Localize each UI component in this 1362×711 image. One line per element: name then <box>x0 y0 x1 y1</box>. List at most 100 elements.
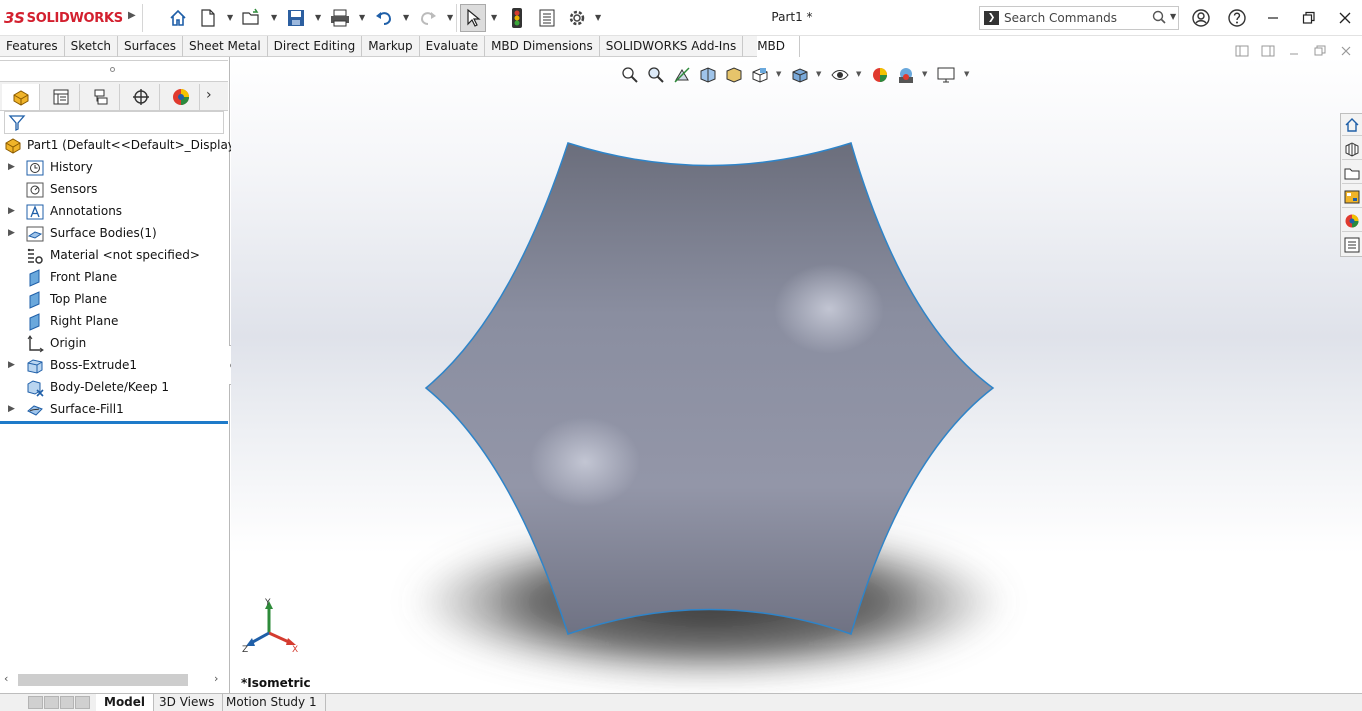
tab-solidworks-add-ins[interactable]: SOLIDWORKS Add-Ins <box>600 36 744 57</box>
expand-arrow-icon[interactable]: ▶ <box>8 206 15 216</box>
view-settings-button[interactable] <box>935 65 957 85</box>
property-manager-tab[interactable] <box>42 84 80 110</box>
task-pane-appearances-button[interactable] <box>1342 210 1362 232</box>
tab-3d-views[interactable]: 3D Views <box>151 694 224 711</box>
tab-mbd-dimensions[interactable]: MBD Dimensions <box>485 36 600 57</box>
view-orientation-dropdown-arrow-icon[interactable]: ▼ <box>776 70 781 78</box>
hide-show-items-button[interactable] <box>829 65 851 85</box>
scrollbar-thumb[interactable] <box>18 674 188 686</box>
model-surface[interactable] <box>231 57 1362 693</box>
tree-item-body-delete-keep[interactable]: Body-Delete/Keep 1 <box>0 377 228 399</box>
display-style-button[interactable] <box>789 65 811 85</box>
select-dropdown-arrow-icon[interactable]: ▼ <box>491 13 497 22</box>
dimxpert-manager-tab[interactable] <box>122 84 160 110</box>
restore-button[interactable] <box>1295 6 1323 30</box>
account-button[interactable] <box>1187 6 1215 30</box>
previous-tab-button[interactable] <box>43 696 59 709</box>
view-settings-dropdown-arrow-icon[interactable]: ▼ <box>964 70 969 78</box>
tree-item-surface-fill1[interactable]: ▶ Surface-Fill1 <box>0 399 228 421</box>
tab-mbd[interactable]: MBD <box>743 36 801 57</box>
task-pane-resources-button[interactable] <box>1342 114 1362 136</box>
search-icon[interactable] <box>1152 10 1166 27</box>
tab-markup[interactable]: Markup <box>362 36 420 57</box>
next-tab-button[interactable] <box>59 696 75 709</box>
help-button[interactable] <box>1223 6 1251 30</box>
task-pane-file-explorer-button[interactable] <box>1342 162 1362 184</box>
solidworks-logo[interactable]: 3S SOLIDWORKS <box>4 7 123 29</box>
redo-button[interactable] <box>416 6 440 30</box>
search-dropdown-arrow-icon[interactable]: ▼ <box>1170 12 1176 21</box>
graphics-area[interactable]: ▼ ▼ ▼ ▼ ▼ Y X Z *Isometric <box>231 57 1362 693</box>
menu-expand-arrow-icon[interactable]: ▶ <box>128 10 136 21</box>
feature-manager-tab[interactable] <box>2 84 40 110</box>
display-style-dropdown-arrow-icon[interactable]: ▼ <box>816 70 821 78</box>
previous-view-button[interactable] <box>671 65 693 85</box>
tree-item-origin[interactable]: Origin <box>0 333 228 355</box>
section-view-button[interactable] <box>697 65 719 85</box>
dynamic-annotation-views-button[interactable] <box>723 65 745 85</box>
rebuild-button[interactable] <box>505 6 529 30</box>
task-pane-custom-properties-button[interactable] <box>1342 234 1362 256</box>
tab-evaluate[interactable]: Evaluate <box>420 36 486 57</box>
expand-arrow-icon[interactable]: ▶ <box>8 360 15 370</box>
tree-item-surface-bodies[interactable]: ▶ Surface Bodies(1) <box>0 223 228 245</box>
save-dropdown-arrow-icon[interactable]: ▼ <box>315 13 321 22</box>
print-dropdown-arrow-icon[interactable]: ▼ <box>359 13 365 22</box>
tab-scroll-buttons[interactable] <box>28 696 90 709</box>
tree-item-boss-extrude1[interactable]: ▶ Boss-Extrude1 <box>0 355 228 377</box>
tree-root-part[interactable]: Part1 (Default<<Default>_Display Sta <box>0 135 258 157</box>
tab-direct-editing[interactable]: Direct Editing <box>268 36 363 57</box>
save-button[interactable] <box>284 6 308 30</box>
open-button[interactable] <box>240 6 264 30</box>
apply-scene-button[interactable] <box>895 65 917 85</box>
last-tab-button[interactable] <box>75 696 90 709</box>
options-button[interactable] <box>565 6 589 30</box>
close-button[interactable] <box>1331 6 1359 30</box>
tab-features[interactable]: Features <box>0 36 65 57</box>
tree-item-right-plane[interactable]: Right Plane <box>0 311 228 333</box>
undo-dropdown-arrow-icon[interactable]: ▼ <box>403 13 409 22</box>
apply-scene-dropdown-arrow-icon[interactable]: ▼ <box>922 70 927 78</box>
new-document-button[interactable] <box>196 6 220 30</box>
search-input[interactable] <box>1004 9 1144 27</box>
configuration-manager-tab[interactable] <box>82 84 120 110</box>
rollback-bar[interactable] <box>0 421 228 424</box>
minimize-button[interactable] <box>1259 6 1287 30</box>
tree-item-front-plane[interactable]: Front Plane <box>0 267 228 289</box>
hide-show-dropdown-arrow-icon[interactable]: ▼ <box>856 70 861 78</box>
tree-item-top-plane[interactable]: Top Plane <box>0 289 228 311</box>
select-button[interactable] <box>460 4 486 32</box>
redo-dropdown-arrow-icon[interactable]: ▼ <box>447 13 453 22</box>
print-button[interactable] <box>328 6 352 30</box>
search-box[interactable]: ❯ ▼ <box>979 6 1179 30</box>
more-tabs-arrow-icon[interactable]: › <box>206 87 212 103</box>
tab-sketch[interactable]: Sketch <box>65 36 119 57</box>
expand-arrow-icon[interactable]: ▶ <box>8 162 15 172</box>
new-dropdown-arrow-icon[interactable]: ▼ <box>227 13 233 22</box>
tab-motion-study-1[interactable]: Motion Study 1 <box>218 694 326 711</box>
tree-item-history[interactable]: ▶ History <box>0 157 228 179</box>
task-pane-view-palette-button[interactable] <box>1342 186 1362 208</box>
undo-button[interactable] <box>372 6 396 30</box>
pane-grip[interactable] <box>110 67 115 72</box>
first-tab-button[interactable] <box>28 696 43 709</box>
tree-item-annotations[interactable]: ▶ Annotations <box>0 201 228 223</box>
tab-model[interactable]: Model <box>96 694 155 711</box>
task-pane-design-library-button[interactable] <box>1342 138 1362 160</box>
tree-item-material[interactable]: Material <not specified> <box>0 245 228 267</box>
view-orientation-button[interactable] <box>749 65 771 85</box>
open-dropdown-arrow-icon[interactable]: ▼ <box>271 13 277 22</box>
options-dropdown-arrow-icon[interactable]: ▼ <box>595 13 601 22</box>
tab-surfaces[interactable]: Surfaces <box>118 36 184 57</box>
scroll-left-arrow-icon[interactable]: ‹ <box>4 672 8 685</box>
tab-sheet-metal[interactable]: Sheet Metal <box>183 36 268 57</box>
zoom-to-area-button[interactable] <box>645 65 667 85</box>
horizontal-scrollbar[interactable]: ‹ › <box>2 671 226 689</box>
zoom-to-fit-button[interactable] <box>619 65 641 85</box>
display-manager-tab[interactable] <box>162 84 200 110</box>
expand-arrow-icon[interactable]: ▶ <box>8 228 15 238</box>
edit-appearance-button[interactable] <box>869 65 891 85</box>
tree-item-sensors[interactable]: Sensors <box>0 179 228 201</box>
home-button[interactable] <box>166 6 190 30</box>
file-properties-button[interactable] <box>535 6 559 30</box>
